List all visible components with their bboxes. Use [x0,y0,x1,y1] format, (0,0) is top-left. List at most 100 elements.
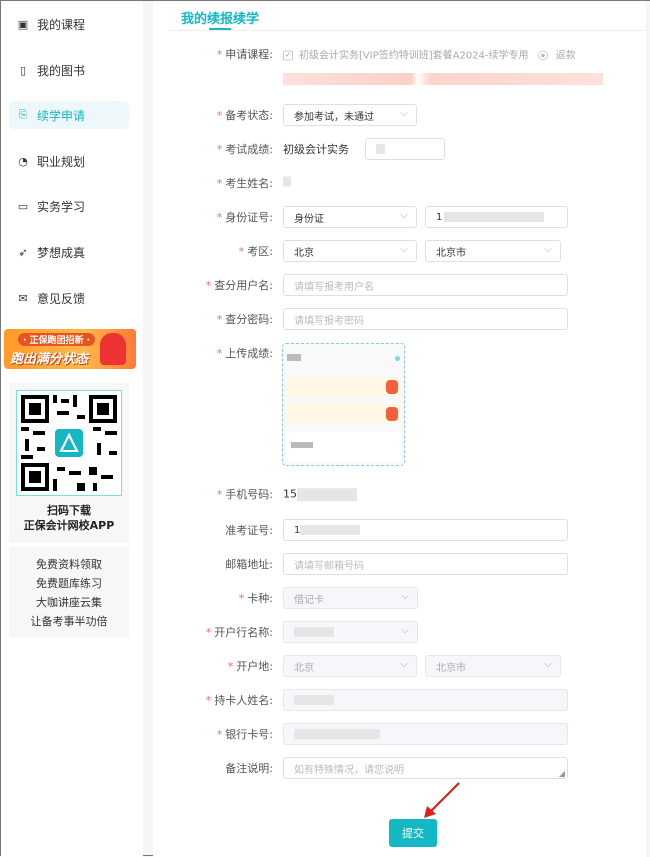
sidebar-item-label: 我的课程 [37,17,86,32]
page-title: 我的续报续学 [181,12,260,27]
email-label: 邮箱地址: [225,558,273,571]
chevron-down-icon: ⌵ [400,108,408,119]
region-label: * 考区: [238,245,273,258]
send-icon: ➶ [18,245,28,259]
sidebar-item-label: 职业规划 [37,154,86,169]
score-label: * 考试成绩: [216,143,273,156]
submit-button[interactable]: 提交 [389,819,437,847]
mail-icon: ✉ [18,291,28,305]
chevron-down-icon: ⌵ [400,659,408,670]
promo-banner[interactable]: · 正保跑团招新 · 跑出满分状态 [4,329,136,369]
redacted-notice [283,73,603,85]
blur-row [286,432,401,462]
sidebar-item-practice[interactable]: ▭ 实务学习 [9,192,129,220]
qr-caption-1: 扫码下载 [47,504,91,517]
course-icon: ▣ [17,17,29,31]
runner-illustration [100,333,126,365]
ticket-label: 准考证号: [225,524,273,537]
sidebar-item-career[interactable]: ◔ 职业规划 [9,147,129,175]
divider [169,30,646,31]
sidebar-item-dream[interactable]: ➶ 梦想成真 [9,238,129,266]
prep-status-label: * 备考状态: [216,109,273,122]
course-checkbox[interactable]: ✓ [283,50,293,61]
chevron-down-icon: ⌵ [401,625,409,636]
app-download-box: 扫码下载正保会计网校APP [9,383,129,543]
promo-link[interactable]: 免费资料领取 [9,555,129,574]
chevron-down-icon: ⌵ [400,210,408,221]
qr-caption-2: 正保会计网校APP [23,519,115,532]
chevron-down-icon: ⌵ [401,591,409,602]
remark-textarea[interactable]: 如有特殊情况，请您说明 ◢ [283,757,568,779]
sidebar-item-label: 意见反馈 [37,291,86,306]
banner-line2: 跑出满分状态 [10,352,89,367]
refund-radio[interactable] [537,50,548,61]
sidebar-item-apply[interactable]: ⎘ 续学申请 [9,101,129,129]
bank-name-select[interactable]: ⌵ [283,621,418,643]
province-select[interactable]: 北京 ⌵ [283,240,417,262]
score-subject: 初级会计实务 [283,143,349,156]
monitor-icon: ▭ [17,199,29,213]
course-field: ✓ 初级会计实务[VIP签约特训班]套餐A2024-续学专用 返款 [283,47,576,62]
upload-label: * 上传成绩: [216,347,273,360]
sidebar-item-label: 梦想成真 [37,245,86,260]
card-no-label: * 银行卡号: [216,728,273,741]
page-edge [646,1,650,857]
chevron-down-icon: ⌵ [544,659,552,670]
ticket-input[interactable]: 1 [283,519,568,541]
bank-province-select[interactable]: 北京 ⌵ [283,655,417,677]
holder-label: * 持卡人姓名: [205,694,273,707]
sidebar-item-courses[interactable]: ▣ 我的课程 [9,10,129,38]
qr-code [16,390,122,496]
blur-row [286,404,401,424]
banner-line1: · 正保跑团招新 · [18,333,96,346]
sidebar-item-label: 我的图书 [37,63,86,78]
book-icon: ▯ [19,63,27,77]
bank-region-label: * 开户地: [227,660,273,673]
promo-link[interactable]: 大咖讲座云集 [9,593,129,612]
phone-label: * 手机号码: [216,488,273,501]
bank-city-select[interactable]: 北京市 ⌵ [425,655,561,677]
resize-handle[interactable]: ◢ [559,769,565,778]
email-input[interactable]: 请填写邮箱号码 [283,553,568,575]
course-name: 初级会计实务[VIP签约特训班]套餐A2024-续学专用 [299,50,529,62]
card-type-label: * 卡种: [238,592,273,605]
sidebar-item-feedback[interactable]: ✉ 意见反馈 [9,284,129,312]
sidebar-item-books[interactable]: ▯ 我的图书 [9,56,129,84]
sidebar-item-label: 续学申请 [37,108,86,123]
promo-links: 免费资料领取 免费题库练习 大咖讲座云集 让备考事半功倍 [9,547,129,637]
apply-icon: ⎘ [18,108,28,121]
refund-option-label: 返款 [555,50,576,62]
id-label: * 身份证号: [216,211,273,224]
uploaded-score-image[interactable] [282,343,405,466]
sidebar: ▣ 我的课程 ▯ 我的图书 ⎘ 续学申请 ◔ 职业规划 ▭ 实务学习 ➶ 梦想成真 ✉ 意见反… [1,1,143,857]
bank-name-label: * 开户行名称: [205,626,273,639]
query-user-input[interactable]: 请填写报考用户名 [283,274,568,296]
name-value [283,176,291,190]
sidebar-item-label: 实务学习 [37,199,86,214]
chevron-down-icon: ⌵ [544,244,552,255]
id-type-select[interactable]: 身份证 ⌵ [283,206,417,228]
query-user-label: * 查分用户名: [205,279,273,292]
course-label: * 申请课程: [216,48,273,61]
id-number-input[interactable]: 1 [425,206,568,228]
card-type-select[interactable]: 借记卡 ⌵ [283,587,418,609]
card-no-input[interactable] [283,723,568,745]
blur-row [286,377,401,397]
query-pwd-input[interactable]: 请填写报考密码 [283,308,568,330]
title-underline [209,28,231,30]
blur-block [287,354,301,361]
remark-label: 备注说明: [225,762,273,775]
chevron-down-icon: ⌵ [400,244,408,255]
prep-status-select[interactable]: 参加考试，未通过 ⌵ [283,104,417,126]
promo-link[interactable]: 免费题库练习 [9,574,129,593]
main-panel: 我的续报续学 * 申请课程: ✓ 初级会计实务[VIP签约特训班]套餐A2024-续… [153,1,646,857]
city-select[interactable]: 北京市 ⌵ [425,240,561,262]
promo-link[interactable]: 让备考事半功倍 [9,612,129,631]
annotation-arrow [424,782,460,818]
query-pwd-label: * 查分密码: [216,313,273,326]
career-icon: ◔ [18,154,28,168]
score-input[interactable] [365,138,445,160]
name-label: * 考生姓名: [216,177,273,190]
phone-value: 15 [283,487,357,501]
holder-input[interactable] [283,689,568,711]
